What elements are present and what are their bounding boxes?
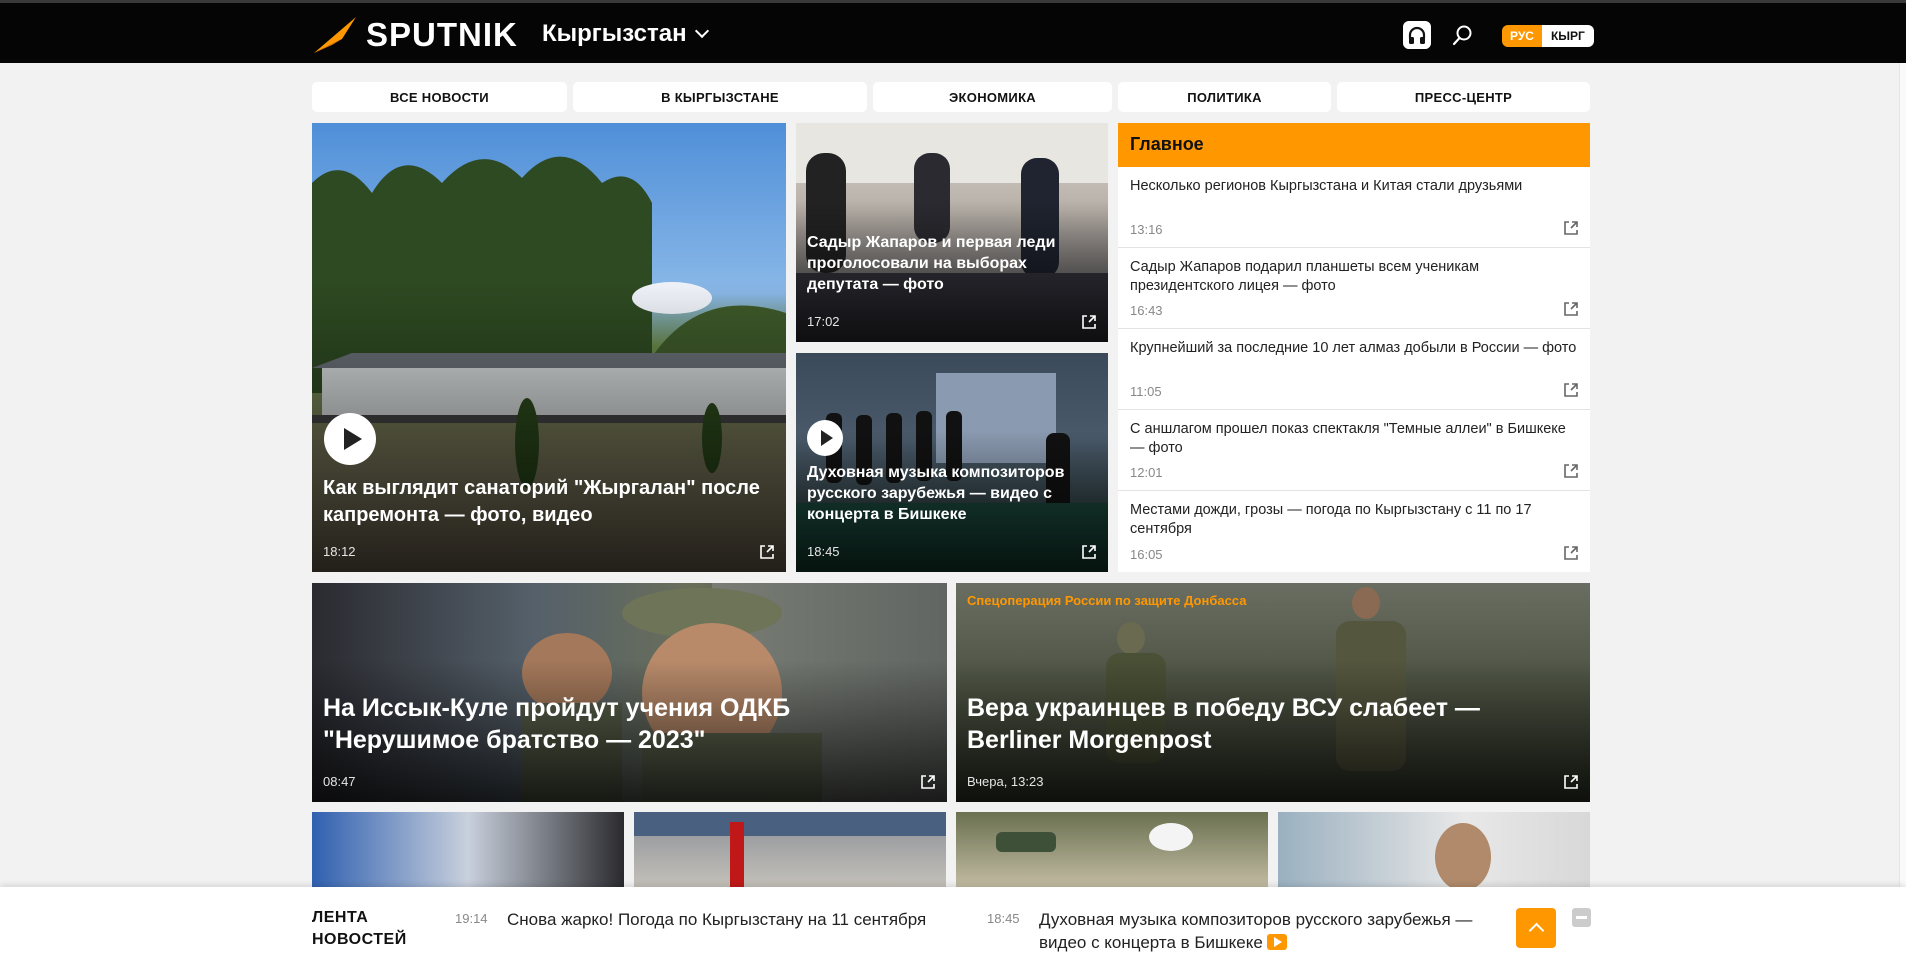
play-icon[interactable]: [324, 413, 376, 465]
portrait-photo: [1435, 823, 1491, 891]
news-card-concert[interactable]: Духовная музыка композиторов русского за…: [796, 353, 1108, 572]
list-item[interactable]: С аншлагом прошел показ спектакля "Темны…: [1118, 410, 1590, 491]
news-card-ukraine[interactable]: Спецоперация России по защите Донбасса В…: [956, 583, 1590, 802]
card-time: 08:47: [323, 774, 356, 789]
chevron-down-icon: [694, 23, 709, 39]
share-icon[interactable]: [1080, 543, 1098, 561]
card-title[interactable]: Вера украинцев в победу ВСУ слабеет — Be…: [967, 692, 1527, 756]
language-switch: РУС КЫРГ: [1502, 25, 1594, 47]
feed-label-line: НОВОСТЕЙ: [312, 931, 407, 948]
news-thumbnail[interactable]: [956, 812, 1268, 892]
tab-all-news[interactable]: ВСЕ НОВОСТИ: [312, 82, 567, 112]
scrollbar[interactable]: [1899, 63, 1906, 887]
card-time: Вчера, 13:23: [967, 774, 1044, 789]
news-thumbnail[interactable]: [634, 812, 946, 892]
featured-news-card[interactable]: Как выглядит санаторий "Жыргалан" после …: [312, 123, 786, 572]
card-time: 17:02: [807, 314, 840, 329]
feed-item-time: 19:14: [455, 911, 488, 926]
top-header: SPUTNIK Кыргызстан РУС КЫРГ: [0, 0, 1906, 63]
news-thumbnail[interactable]: [1278, 812, 1590, 892]
lang-kyr-button[interactable]: КЫРГ: [1541, 25, 1594, 47]
video-icon: [1266, 934, 1287, 950]
news-feed-bar: ЛЕНТА НОВОСТЕЙ 19:14 Снова жарко! Погода…: [0, 887, 1906, 974]
region-selector[interactable]: Кыргызстан: [542, 20, 709, 48]
share-icon[interactable]: [1562, 462, 1580, 480]
list-item[interactable]: Местами дожди, грозы — погода по Кыргызс…: [1118, 491, 1590, 572]
share-icon[interactable]: [919, 773, 937, 791]
card-title[interactable]: Духовная музыка композиторов русского за…: [807, 462, 1097, 525]
card-time: 18:45: [807, 544, 840, 559]
flag-photo: [634, 812, 946, 892]
list-item-text[interactable]: С аншлагом прошел показ спектакля "Темны…: [1130, 420, 1578, 458]
logo-mark-icon: [314, 17, 356, 53]
tab-in-kyrgyzstan[interactable]: В КЫРГЫЗСТАНЕ: [573, 82, 867, 112]
card-title[interactable]: Садыр Жапаров и первая леди проголосовал…: [807, 232, 1097, 295]
list-item-text[interactable]: Крупнейший за последние 10 лет алмаз доб…: [1130, 339, 1578, 358]
search-icon[interactable]: [1451, 23, 1475, 47]
share-icon[interactable]: [1562, 544, 1580, 562]
officials-photo: [996, 823, 1193, 852]
card-title[interactable]: Как выглядит санаторий "Жыргалан" после …: [323, 475, 778, 529]
play-icon[interactable]: [807, 420, 843, 456]
list-item-text[interactable]: Садыр Жапаров подарил планшеты всем учен…: [1130, 258, 1578, 296]
logo-text: SPUTNIK: [366, 16, 518, 53]
feed-label-line: ЛЕНТА: [312, 909, 369, 926]
lang-rus-button[interactable]: РУС: [1502, 25, 1542, 47]
list-item[interactable]: Крупнейший за последние 10 лет алмаз доб…: [1118, 329, 1590, 410]
news-card-exercises[interactable]: На Иссык-Куле пройдут учения ОДКБ "Неруш…: [312, 583, 947, 802]
share-icon[interactable]: [1562, 773, 1580, 791]
feed-item-link[interactable]: Духовная музыка композиторов русского за…: [1039, 908, 1489, 954]
feed-item-text: Духовная музыка композиторов русского за…: [1039, 910, 1473, 952]
feed-label[interactable]: ЛЕНТА НОВОСТЕЙ: [312, 907, 407, 951]
scroll-up-button[interactable]: [1516, 908, 1556, 948]
tab-economy[interactable]: ЭКОНОМИКА: [873, 82, 1112, 112]
share-icon[interactable]: [1562, 381, 1580, 399]
minimize-button[interactable]: [1572, 908, 1591, 927]
list-item-text[interactable]: Местами дожди, грозы — погода по Кыргызс…: [1130, 501, 1578, 539]
region-label: Кыргызстан: [542, 20, 687, 47]
tab-politics[interactable]: ПОЛИТИКА: [1118, 82, 1331, 112]
list-item[interactable]: Несколько регионов Кыргызстана и Китая с…: [1118, 167, 1590, 248]
share-icon[interactable]: [1562, 219, 1580, 237]
list-item[interactable]: Садыр Жапаров подарил планшеты всем учен…: [1118, 248, 1590, 329]
list-item-time: 12:01: [1130, 465, 1163, 480]
card-time: 18:12: [323, 544, 356, 559]
feed-item-time: 18:45: [987, 911, 1020, 926]
category-kicker[interactable]: Спецоперация России по защите Донбасса: [967, 593, 1246, 608]
main-news-list: Главное Несколько регионов Кыргызстана и…: [1118, 123, 1590, 572]
share-icon[interactable]: [1562, 300, 1580, 318]
feed-item-link[interactable]: Снова жарко! Погода по Кыргызстану на 11…: [507, 908, 977, 931]
list-item-time: 13:16: [1130, 222, 1163, 237]
news-thumbnail[interactable]: [312, 812, 624, 892]
tab-press-center[interactable]: ПРЕСС-ЦЕНТР: [1337, 82, 1590, 112]
radio-headphones-icon[interactable]: [1403, 21, 1431, 49]
list-item-text[interactable]: Несколько регионов Кыргызстана и Китая с…: [1130, 177, 1578, 196]
news-card-elections[interactable]: Садыр Жапаров и первая леди проголосовал…: [796, 123, 1108, 342]
list-item-time: 11:05: [1130, 384, 1162, 399]
sputnik-logo[interactable]: SPUTNIK: [312, 15, 518, 55]
card-title[interactable]: На Иссык-Куле пройдут учения ОДКБ "Неруш…: [323, 692, 883, 756]
list-item-time: 16:43: [1130, 303, 1163, 318]
list-item-time: 16:05: [1130, 547, 1163, 562]
share-icon[interactable]: [758, 543, 776, 561]
main-list-heading: Главное: [1118, 123, 1590, 167]
share-icon[interactable]: [1080, 313, 1098, 331]
